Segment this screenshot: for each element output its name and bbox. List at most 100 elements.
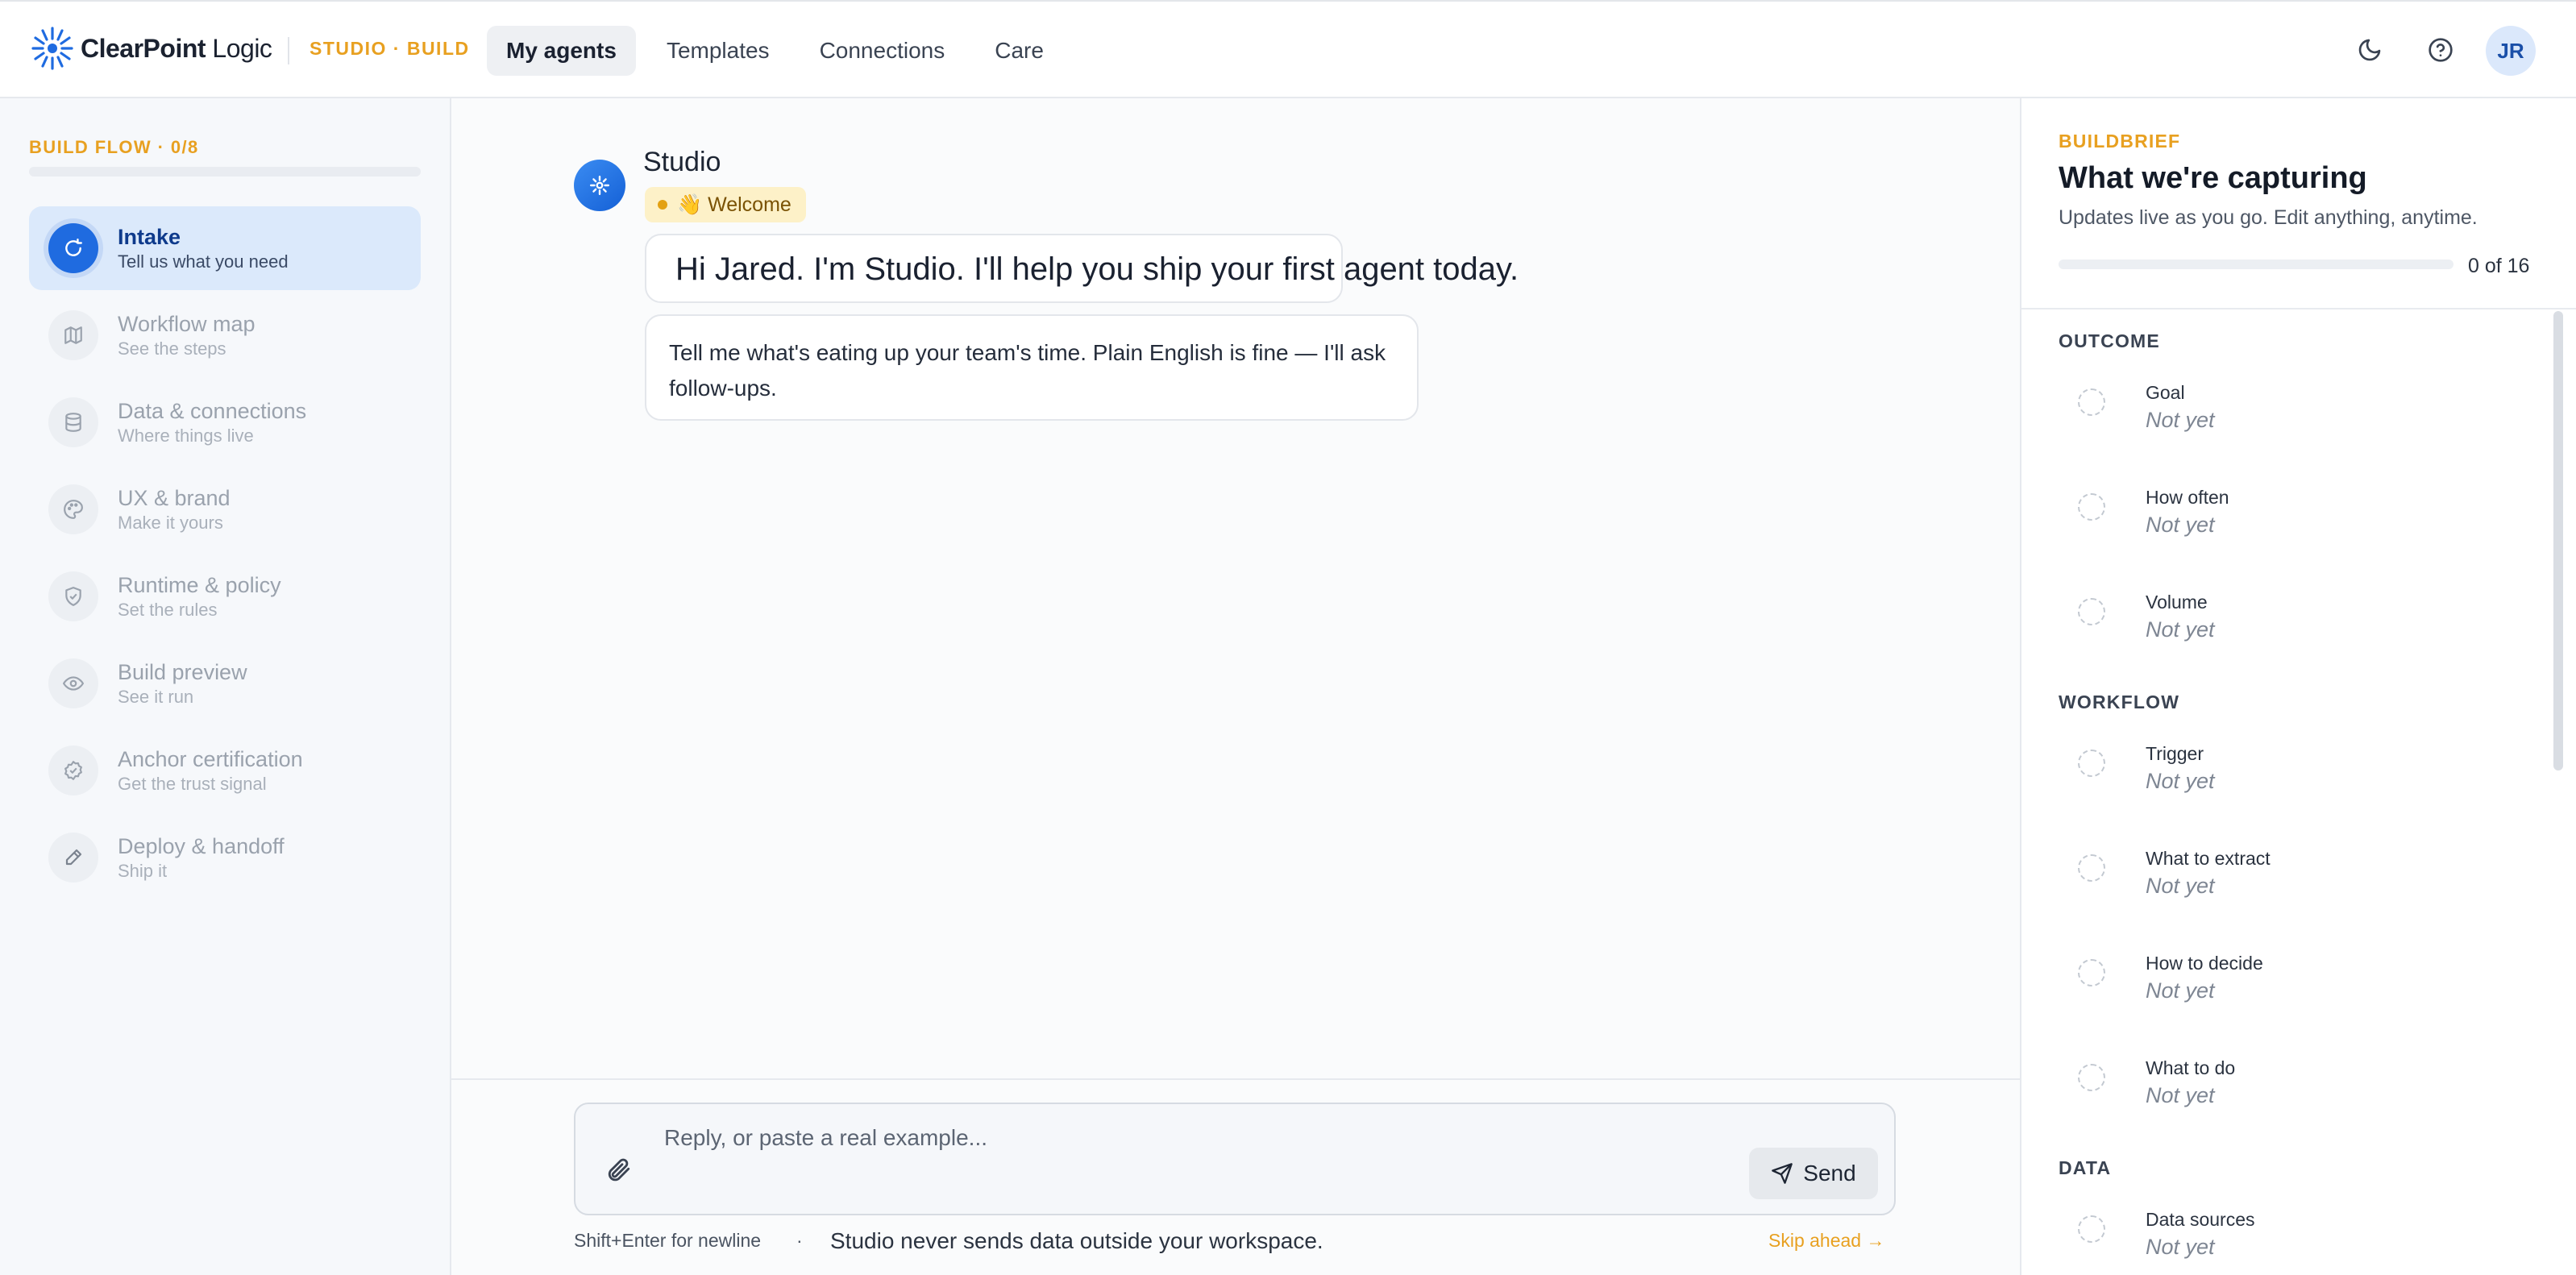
brief-count: 0 of 16 — [2468, 255, 2530, 277]
brief-label: BUILDBRIEF — [2059, 131, 2181, 152]
field-name: How often — [2146, 487, 2229, 508]
help-circle-icon — [2429, 38, 2453, 62]
status-circle-icon — [2078, 1215, 2105, 1243]
step-build-preview[interactable]: Build preview See it run — [29, 642, 421, 725]
step-subtitle: Get the trust signal — [118, 774, 267, 794]
field-name: What to extract — [2146, 848, 2271, 869]
field-value: Not yet — [2146, 408, 2215, 432]
field-name: Volume — [2146, 592, 2208, 613]
help-button[interactable] — [2416, 26, 2465, 74]
composer-divider — [451, 1078, 2020, 1080]
brief-field-volume[interactable]: Volume Not yet — [2078, 585, 2529, 682]
theme-toggle-button[interactable] — [2345, 26, 2394, 74]
tab-my-agents[interactable]: My agents — [487, 26, 636, 76]
send-label: Send — [1803, 1161, 1856, 1186]
brand-logo[interactable]: ClearPoint Logic — [31, 26, 272, 71]
step-subtitle: Make it yours — [118, 513, 223, 533]
step-title: Anchor certification — [118, 747, 303, 771]
step-title: Runtime & policy — [118, 573, 281, 597]
message-composer: Send — [574, 1103, 1896, 1215]
status-circle-icon — [2078, 959, 2105, 986]
field-value: Not yet — [2146, 513, 2215, 537]
tab-care[interactable]: Care — [975, 26, 1063, 76]
badge-check-icon — [48, 745, 98, 795]
field-value: Not yet — [2146, 874, 2215, 898]
brief-field-how-to-decide[interactable]: How to decide Not yet — [2078, 946, 2529, 1043]
brief-progress — [2059, 260, 2453, 269]
step-title: Deploy & handoff — [118, 834, 285, 858]
status-circle-icon — [2078, 750, 2105, 777]
welcome-badge: 👋 Welcome — [645, 187, 806, 222]
step-title: UX & brand — [118, 486, 231, 510]
tab-templates[interactable]: Templates — [647, 26, 789, 76]
field-name: What to do — [2146, 1057, 2236, 1078]
studio-tag: STUDIO · BUILD — [310, 38, 470, 59]
brief-field-goal[interactable]: Goal Not yet — [2078, 376, 2529, 472]
message-input[interactable] — [663, 1120, 1710, 1156]
field-name: Trigger — [2146, 743, 2204, 764]
status-dot — [658, 200, 667, 210]
eye-icon — [48, 658, 98, 708]
main-nav: My agents Templates Connections Care — [487, 26, 1063, 76]
build-flow-sidebar: BUILD FLOW · 0/8 Intake Tell us what you… — [0, 98, 451, 1275]
section-heading: OUTCOME — [2059, 330, 2160, 351]
step-subtitle: Set the rules — [118, 600, 218, 620]
step-data-connections[interactable]: Data & connections Where things live — [29, 380, 421, 464]
step-subtitle: See the steps — [118, 338, 226, 359]
step-subtitle: Ship it — [118, 861, 168, 881]
status-circle-icon — [2078, 388, 2105, 416]
brief-title: What we're capturing — [2059, 161, 2367, 195]
welcome-badge-label: 👋 Welcome — [677, 193, 791, 216]
privacy-note: Studio never sends data outside your wor… — [830, 1228, 1323, 1253]
send-button[interactable]: Send — [1749, 1148, 1878, 1199]
database-icon — [48, 397, 98, 447]
status-circle-icon — [2078, 598, 2105, 625]
step-title: Workflow map — [118, 312, 256, 336]
refresh-icon — [48, 223, 98, 273]
brief-field-trigger[interactable]: Trigger Not yet — [2078, 737, 2529, 833]
field-name: How to decide — [2146, 953, 2263, 974]
skip-ahead-link[interactable]: Skip ahead → — [1768, 1230, 1884, 1252]
chat-message: Tell me what's eating up your team's tim… — [645, 314, 1419, 421]
field-value: Not yet — [2146, 617, 2215, 642]
step-subtitle: Where things live — [118, 426, 254, 446]
field-name: Goal — [2146, 382, 2185, 403]
brief-field-data-sources[interactable]: Data sources Not yet — [2078, 1202, 2529, 1275]
brief-field-what-to-extract[interactable]: What to extract Not yet — [2078, 841, 2529, 938]
newline-hint: Shift+Enter for newline — [574, 1230, 762, 1251]
shield-icon — [48, 571, 98, 621]
chat-message: Hi Jared. I'm Studio. I'll help you ship… — [645, 234, 1519, 303]
field-value: Not yet — [2146, 978, 2215, 1003]
brief-field-what-to-do[interactable]: What to do Not yet — [2078, 1051, 2529, 1148]
logo-icon — [31, 27, 73, 70]
section-heading: DATA — [2059, 1157, 2112, 1178]
build-flow-label: BUILD FLOW · 0/8 — [29, 137, 199, 157]
brief-field-how-often[interactable]: How often Not yet — [2078, 480, 2529, 577]
hint-separator: · — [796, 1230, 803, 1251]
brief-divider — [2021, 308, 2576, 309]
step-intake[interactable]: Intake Tell us what you need — [29, 206, 421, 290]
step-ux-brand[interactable]: UX & brand Make it yours — [29, 467, 421, 551]
step-anchor-certification[interactable]: Anchor certification Get the trust signa… — [29, 729, 421, 812]
send-icon — [1772, 1163, 1793, 1184]
step-deploy-handoff[interactable]: Deploy & handoff Ship it — [29, 816, 421, 899]
step-runtime-policy[interactable]: Runtime & policy Set the rules — [29, 554, 421, 638]
step-workflow-map[interactable]: Workflow map See the steps — [29, 293, 421, 377]
chat-area: Studio 👋 Welcome Hi Jared. I'm Studio. I… — [451, 98, 2020, 1275]
field-name: Data sources — [2146, 1209, 2255, 1230]
brief-scrollbar[interactable] — [2553, 311, 2563, 770]
sparkle-icon — [589, 175, 610, 196]
tab-connections[interactable]: Connections — [800, 26, 965, 76]
user-avatar[interactable]: JR — [2486, 26, 2536, 76]
field-value: Not yet — [2146, 1235, 2215, 1259]
field-value: Not yet — [2146, 1083, 2215, 1107]
step-title: Intake — [118, 225, 181, 249]
brief-subtitle: Updates live as you go. Edit anything, a… — [2059, 206, 2478, 229]
attach-button[interactable] — [605, 1156, 640, 1191]
status-circle-icon — [2078, 493, 2105, 521]
section-heading: WORKFLOW — [2059, 691, 2180, 712]
brand-divider — [288, 37, 289, 64]
status-circle-icon — [2078, 854, 2105, 882]
brand-name: ClearPoint Logic — [81, 33, 272, 63]
studio-avatar — [574, 160, 625, 211]
